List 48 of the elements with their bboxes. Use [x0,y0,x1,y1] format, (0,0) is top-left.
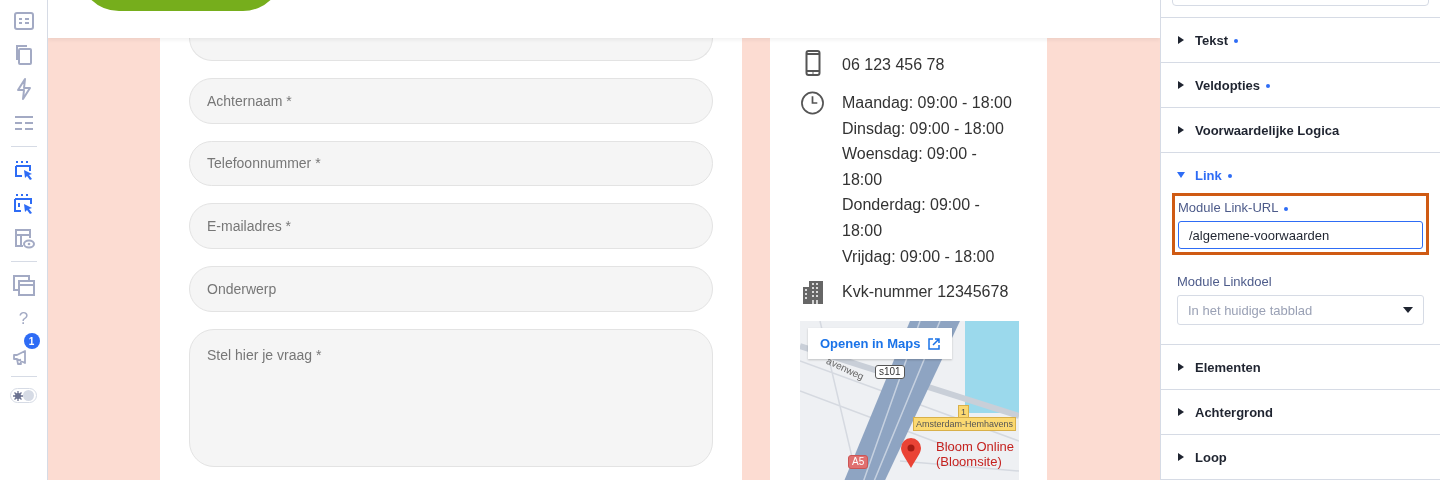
section-header[interactable]: Voorwaardelijke Logica [1161,108,1440,152]
caret-right-icon [1177,408,1185,416]
section-header[interactable]: Tekst [1161,18,1440,62]
caret-right-icon [1177,363,1185,371]
open-maps-button[interactable]: Openen in Maps [808,328,953,360]
input-field[interactable]: Achternaam * [189,77,713,124]
section-header[interactable]: Loop [1161,435,1440,479]
contact-text: Vrijdag: 09:00 - 18:00 [842,246,996,267]
caret-down-icon [1177,171,1185,179]
external-link-icon [928,337,941,350]
place-label: Bloom Online [936,439,1015,455]
section-header[interactable]: Link [1161,153,1440,197]
contact-text: Kvk-nummer 12345678 [842,282,1010,303]
section-header[interactable]: Elementen [1161,345,1440,389]
section-header[interactable]: Achtergrond [1161,390,1440,434]
section-header[interactable]: Veldopties [1161,63,1440,107]
clock-icon [800,90,825,116]
caret-down-icon [1403,307,1413,313]
contact-text: Dinsdag: 09:00 - 18:00 [842,118,1005,139]
field-label: Module Linkdoel [1177,274,1272,289]
caret-right-icon [1177,36,1185,44]
theme-toggle[interactable] [10,388,37,403]
contact-text: Maandag: 09:00 - 18:00 [842,93,1013,113]
form-icon[interactable] [11,9,36,33]
megaphone-icon[interactable] [11,349,28,365]
place-label: (Bloomsite) [936,454,1002,470]
link-url-field[interactable]: /algemene-voorwaarden [1178,221,1423,249]
caret-right-icon [1177,126,1185,134]
caret-right-icon [1177,453,1185,461]
notification-badge: 1 [23,333,40,349]
field-label: Module Link-URL [1178,200,1279,215]
map-pin-icon [900,437,922,470]
road-number: A5 [848,455,869,470]
input-field[interactable] [189,38,713,61]
caret-right-icon [1177,81,1185,89]
input-field[interactable]: E-mailadres * [189,203,713,249]
message-field[interactable]: Stel hier je vraag * [189,328,713,468]
contact-text: Donderdag: 09:00 - 18:00 [842,195,981,241]
contact-text: 06 123 456 78 [842,55,946,75]
input-field[interactable]: Telefoonnummer * [189,140,713,187]
gear-icon [13,390,23,401]
contact-text: Woensdag: 09:00 - 18:00 [842,144,978,190]
building-icon [801,279,824,306]
phone-icon [804,50,821,76]
station-label: Amsterdam-Hemhavens [913,417,1017,432]
input-field[interactable]: Onderwerp [189,266,713,312]
windows-icon[interactable] [11,273,36,297]
road-number: s101 [875,365,905,380]
